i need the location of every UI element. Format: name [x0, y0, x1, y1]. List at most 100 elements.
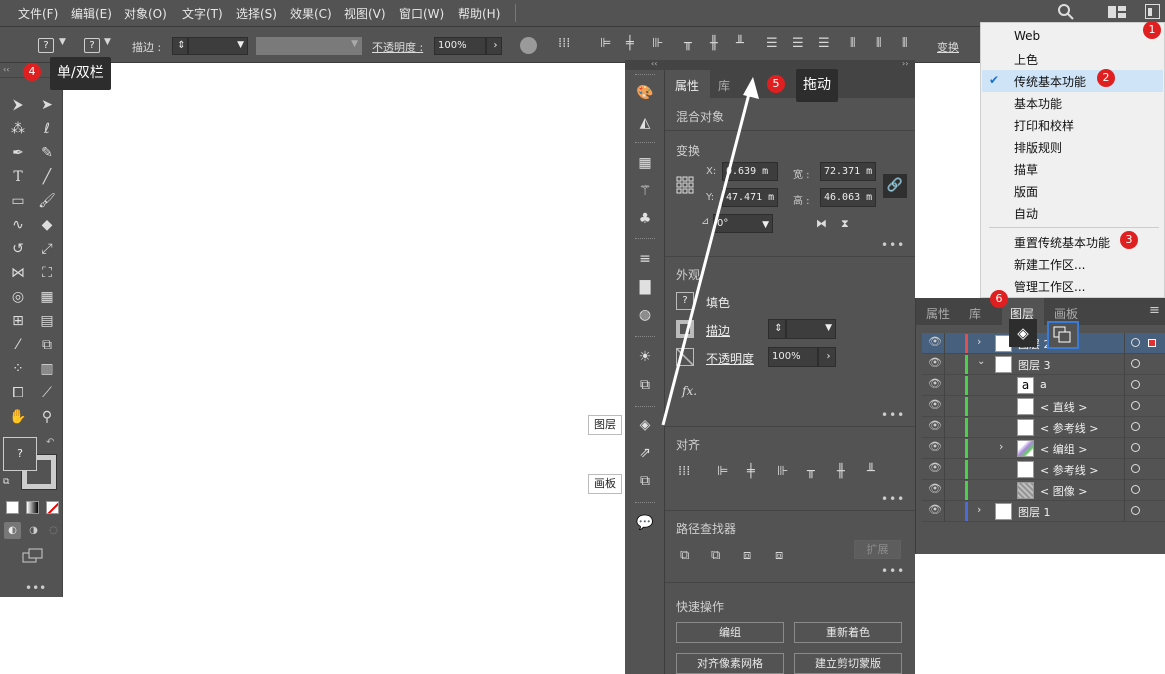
visibility-eye-icon[interactable]: 👁 [928, 419, 942, 432]
recolor-button[interactable]: 重新着色 [794, 622, 902, 643]
hand-tool-icon[interactable]: ✋ [9, 408, 27, 426]
appearance-opacity-field[interactable]: 100% [768, 347, 818, 367]
default-colors-icon[interactable]: ⧉ [3, 477, 9, 487]
gradient-tool-icon[interactable]: ▤ [38, 312, 56, 330]
workspace-manage-item[interactable]: 管理工作区... [1014, 278, 1085, 295]
workspace-item-automation[interactable]: 自动 [1014, 205, 1038, 222]
transform-more-icon[interactable]: ••• [881, 238, 905, 252]
menu-select[interactable]: 选择(S) [236, 5, 277, 22]
paintbrush-tool-icon[interactable]: 🖌 [38, 192, 56, 210]
brushes-icon[interactable]: ⚚ [636, 182, 654, 200]
asset-export-icon[interactable]: ⇗ [636, 444, 654, 462]
distribute-hcenter-icon[interactable]: ⫴ [876, 36, 881, 51]
layer-name[interactable]: < 参考线 > [1040, 420, 1098, 436]
distribute-bottom-icon[interactable]: ☰ [818, 36, 830, 51]
menu-file[interactable]: 文件(F) [18, 5, 58, 22]
appearance-stroke-stepper[interactable]: ⇕ [768, 319, 786, 339]
visibility-eye-icon[interactable]: 👁 [928, 356, 942, 369]
menu-type[interactable]: 文字(T) [182, 5, 223, 22]
align-to-icon[interactable]: ⁞⁞⁞ [678, 464, 690, 479]
pathfinder-more-icon[interactable]: ••• [881, 564, 905, 578]
free-transform-tool-icon[interactable]: ⛶ [38, 264, 56, 282]
slice-tool-icon[interactable]: ⟋ [38, 384, 56, 402]
flip-horizontal-icon[interactable]: ⧓ [816, 217, 827, 230]
shaper-tool-icon[interactable]: ∿ [9, 216, 27, 234]
layer-row[interactable]: 👁 < 参考线 > [922, 459, 1165, 480]
artboards-icon[interactable]: ⧉ [636, 472, 654, 490]
tab-libraries-2[interactable]: 库 [969, 305, 981, 322]
layer-name[interactable]: < 图像 > [1040, 483, 1087, 499]
workspace-switcher-icon[interactable] [1145, 4, 1160, 19]
graphic-styles-icon[interactable]: ⧉ [636, 376, 654, 394]
fill-swatch[interactable]: ? [38, 38, 54, 53]
eraser-tool-icon[interactable]: ◆ [38, 216, 56, 234]
workspace-reset-item[interactable]: 重置传统基本功能 [1014, 234, 1110, 251]
panel-align-right-icon[interactable]: ⊪ [777, 464, 788, 479]
pen-tool-icon[interactable]: ✒ [9, 144, 27, 162]
variable-width-profile[interactable]: ▼ [256, 37, 362, 55]
align-more-icon[interactable]: ••• [881, 492, 905, 506]
workspace-item-tracing[interactable]: 描草 [1014, 161, 1038, 178]
expand-button[interactable]: 扩展 [854, 540, 901, 559]
distribute-vcenter-icon[interactable]: ☰ [792, 36, 804, 51]
panel-align-left-icon[interactable]: ⊫ [717, 464, 728, 479]
panel-align-hcenter-icon[interactable]: ╪ [747, 464, 755, 479]
workspace-item-painting[interactable]: 上色 [1014, 51, 1038, 68]
pathfinder-intersect-icon[interactable]: ⧈ [743, 548, 751, 563]
workspace-new-item[interactable]: 新建工作区... [1014, 256, 1085, 273]
pathfinder-minus-front-icon[interactable]: ⧉ [711, 548, 720, 563]
align-bottom-icon[interactable]: ╨ [736, 36, 744, 51]
visibility-eye-icon[interactable]: 👁 [928, 335, 942, 348]
target-circle[interactable] [1131, 359, 1140, 368]
stroke-panel-icon[interactable]: ≡ [636, 250, 654, 268]
workspace-item-layout[interactable]: 版面 [1014, 183, 1038, 200]
layer-name[interactable]: < 参考线 > [1040, 462, 1098, 478]
opacity-arrow[interactable]: › [486, 37, 502, 55]
line-tool-icon[interactable]: ╱ [38, 168, 56, 186]
pathfinder-unite-icon[interactable]: ⧉ [680, 548, 689, 563]
stroke-swatch[interactable]: ? [84, 38, 100, 53]
target-circle[interactable] [1131, 464, 1140, 473]
workspace-item-essentials-classic[interactable]: 传统基本功能 [1014, 73, 1086, 90]
eyedropper-tool-icon[interactable]: ⁄ [9, 336, 27, 354]
distribute-top-icon[interactable]: ☰ [766, 36, 778, 51]
artboard-tool-icon[interactable]: ⧠ [9, 384, 27, 402]
target-circle[interactable] [1131, 401, 1140, 410]
appearance-icon[interactable]: ☀ [636, 348, 654, 366]
tab-properties-2[interactable]: 属性 [926, 305, 950, 322]
target-circle[interactable] [1131, 485, 1140, 494]
align-top-icon[interactable]: ╥ [684, 36, 692, 51]
draw-normal-icon[interactable]: ◐ [4, 522, 21, 539]
blend-tool-icon[interactable]: ⧉ [38, 336, 56, 354]
target-circle[interactable] [1131, 422, 1140, 431]
column-graph-tool-icon[interactable]: ▥ [38, 360, 56, 378]
transparency-icon[interactable]: ◍ [636, 306, 654, 324]
transform-link[interactable]: 变换 [937, 39, 959, 55]
appearance-more-icon[interactable]: ••• [881, 408, 905, 422]
constrain-proportions-icon[interactable]: 🔗 [883, 174, 907, 198]
align-hcenter-icon[interactable]: ╪ [626, 36, 634, 51]
appearance-opacity-arrow[interactable]: › [818, 347, 836, 367]
width-field[interactable]: 72.371 m [820, 162, 876, 181]
visibility-eye-icon[interactable]: 👁 [928, 377, 942, 390]
gradient-mode-icon[interactable] [26, 501, 39, 514]
panel-align-vcenter-icon[interactable]: ╫ [837, 464, 845, 479]
symbols-icon[interactable]: ♣ [636, 210, 654, 228]
direct-selection-tool-icon[interactable]: ➤ [38, 96, 56, 114]
layer-row[interactable]: 👁 < 图像 > [922, 480, 1165, 501]
mesh-tool-icon[interactable]: ⊞ [9, 312, 27, 330]
stroke-weight-field[interactable]: ▼ [188, 37, 248, 55]
arrange-documents-icon[interactable] [1108, 5, 1126, 19]
curvature-tool-icon[interactable]: ✎ [38, 144, 56, 162]
workspace-item-printing[interactable]: 打印和校样 [1014, 117, 1074, 134]
scale-tool-icon[interactable]: ⤢ [38, 240, 56, 258]
make-clipping-mask-button[interactable]: 建立剪切蒙版 [794, 653, 902, 674]
layers-icon[interactable]: ◈ [636, 416, 654, 434]
layer-row[interactable]: 👁 › < 编组 > [922, 438, 1165, 459]
height-field[interactable]: 46.063 m [820, 188, 876, 207]
magic-wand-tool-icon[interactable]: ⁂ [9, 120, 27, 138]
layer-name[interactable]: a [1040, 378, 1047, 391]
fill-color-box-front[interactable]: ? [3, 437, 37, 471]
expand-chevron-icon[interactable]: › [999, 440, 1003, 453]
target-circle[interactable] [1131, 380, 1140, 389]
